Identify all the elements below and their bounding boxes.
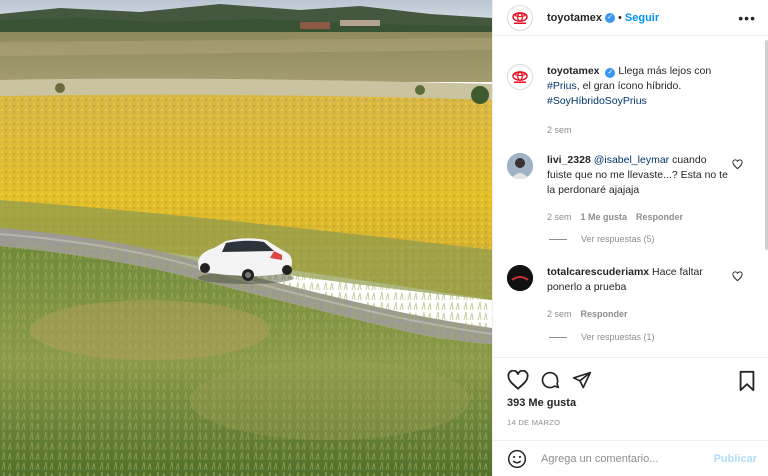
comment-icon[interactable] [539,370,561,390]
post-header: toyotamex ✓ • Seguir ••• [493,0,768,36]
post-actions: 393 Me gusta 14 DE MARZO Publicar [493,357,768,476]
comment-like-icon[interactable] [732,159,743,170]
share-icon[interactable] [571,370,593,390]
comment-time: 2 sem [547,309,572,319]
comment-time: 2 sem [547,212,572,222]
comment-meta: 2 sem 1 Me gusta Responder [547,210,733,225]
caption-hashtag[interactable]: #SoyHíbridoSoyPrius [547,95,647,107]
view-replies-button[interactable]: Ver respuestas (1) [549,332,655,342]
header-username[interactable]: toyotamex [547,12,602,24]
action-icons [507,370,593,390]
publish-button[interactable]: Publicar [714,453,757,465]
reply-button[interactable]: Responder [581,307,628,322]
replies-line [549,336,567,338]
post-panel: toyotamex ✓ • Seguir ••• toyotamex ✓ Lle… [492,0,768,476]
heart-icon[interactable] [507,370,529,390]
comment-input[interactable] [541,453,701,465]
reply-button[interactable]: Responder [636,210,683,225]
caption-text-suffix: , el gran ícono híbrido. [576,80,682,92]
emoji-icon[interactable] [507,449,527,469]
prius-field-image [0,0,492,476]
comment-username[interactable]: totalcarescuderiamx [547,266,649,278]
caption-time: 2 sem [547,125,572,135]
add-comment-bar: Publicar [493,440,768,476]
separator-dot: • [618,11,622,24]
comment-item: livi_2328 @isabel_leymar cuando fuiste q… [507,153,757,225]
verified-icon: ✓ [605,68,616,78]
toyota-logo-icon[interactable] [507,4,533,31]
comment-item: totalcarescuderiamx Hace faltar ponerlo … [507,265,757,322]
comment-body: totalcarescuderiamx Hace faltar ponerlo … [547,265,733,322]
avatar[interactable] [507,153,533,179]
follow-button[interactable]: Seguir [625,12,659,24]
post-date: 14 DE MARZO [507,418,561,427]
caption-text: Llega más lejos con [618,65,712,77]
replies-line [549,238,567,240]
comment-meta: 2 sem Responder [547,307,733,322]
caption-prius-tag[interactable]: #Prius [547,80,577,92]
avatar[interactable] [507,265,533,291]
post-photo[interactable] [0,0,492,476]
comment-username[interactable]: livi_2328 [547,154,591,166]
comment-likes-count[interactable]: 1 Me gusta [581,210,628,225]
comment-mention[interactable]: @isabel_leymar [594,154,669,166]
comment-body: livi_2328 @isabel_leymar cuando fuiste q… [547,153,733,225]
comments-list[interactable]: toyotamex ✓ Llega más lejos con #Prius, … [493,37,767,357]
caption-body: toyotamex ✓ Llega más lejos con #Prius, … [547,64,733,138]
toyota-logo-icon[interactable] [507,64,533,90]
more-icon[interactable]: ••• [738,11,756,25]
view-replies-label[interactable]: Ver respuestas (1) [581,332,655,342]
comment-like-icon[interactable] [732,271,743,282]
caption-meta: 2 sem [547,123,733,138]
caption: toyotamex ✓ Llega más lejos con #Prius, … [507,64,757,138]
view-replies-label[interactable]: Ver respuestas (5) [581,234,655,244]
view-replies-button[interactable]: Ver respuestas (5) [549,234,655,244]
bookmark-icon[interactable] [737,370,757,392]
caption-username[interactable]: toyotamex [547,65,600,77]
likes-count[interactable]: 393 Me gusta [507,397,576,409]
verified-icon: ✓ [605,12,616,23]
